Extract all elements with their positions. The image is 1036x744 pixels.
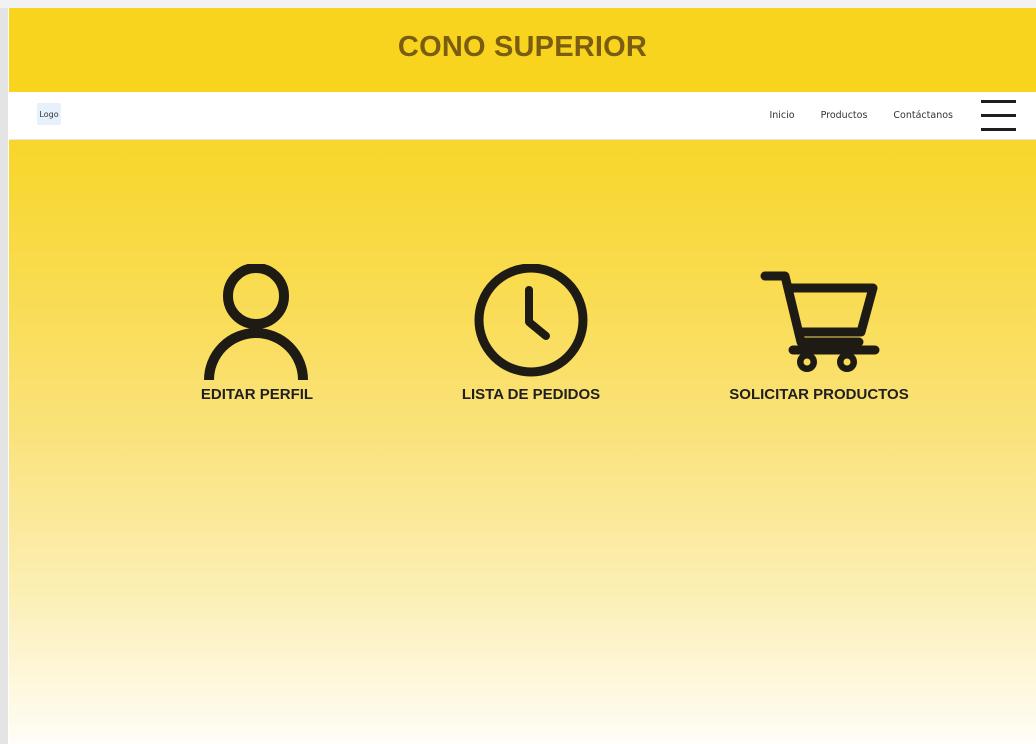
nav-links: Inicio Productos Contáctanos bbox=[769, 92, 953, 139]
app-frame: CONO SUPERIOR Logo Inicio Productos Cont… bbox=[0, 0, 1036, 744]
hamburger-menu-icon[interactable] bbox=[980, 97, 1016, 135]
navbar: Logo Inicio Productos Contáctanos bbox=[9, 92, 1036, 140]
clock-icon bbox=[474, 264, 588, 377]
order-list-button[interactable]: LISTA DE PEDIDOS bbox=[446, 264, 616, 403]
nav-link-contactanos[interactable]: Contáctanos bbox=[893, 110, 953, 121]
top-banner: CONO SUPERIOR bbox=[9, 8, 1036, 92]
edit-profile-button[interactable]: EDITAR PERFIL bbox=[193, 264, 321, 403]
user-icon bbox=[204, 264, 308, 380]
main-content: EDITAR PERFIL LISTA DE PEDIDOS SOLICITAR… bbox=[9, 140, 1036, 744]
request-products-label: SOLICITAR PRODUCTOS bbox=[729, 386, 909, 403]
page: CONO SUPERIOR Logo Inicio Productos Cont… bbox=[9, 8, 1036, 744]
logo[interactable]: Logo bbox=[37, 103, 61, 125]
nav-link-productos[interactable]: Productos bbox=[821, 110, 868, 121]
edit-profile-label: EDITAR PERFIL bbox=[200, 386, 314, 403]
order-list-label: LISTA DE PEDIDOS bbox=[461, 386, 601, 403]
shopping-cart-icon bbox=[760, 271, 880, 372]
banner-title: CONO SUPERIOR bbox=[397, 30, 648, 63]
window-top-edge bbox=[0, 0, 1036, 8]
nav-link-inicio[interactable]: Inicio bbox=[769, 110, 794, 121]
request-products-button[interactable]: SOLICITAR PRODUCTOS bbox=[714, 264, 924, 403]
window-left-edge bbox=[0, 0, 8, 744]
